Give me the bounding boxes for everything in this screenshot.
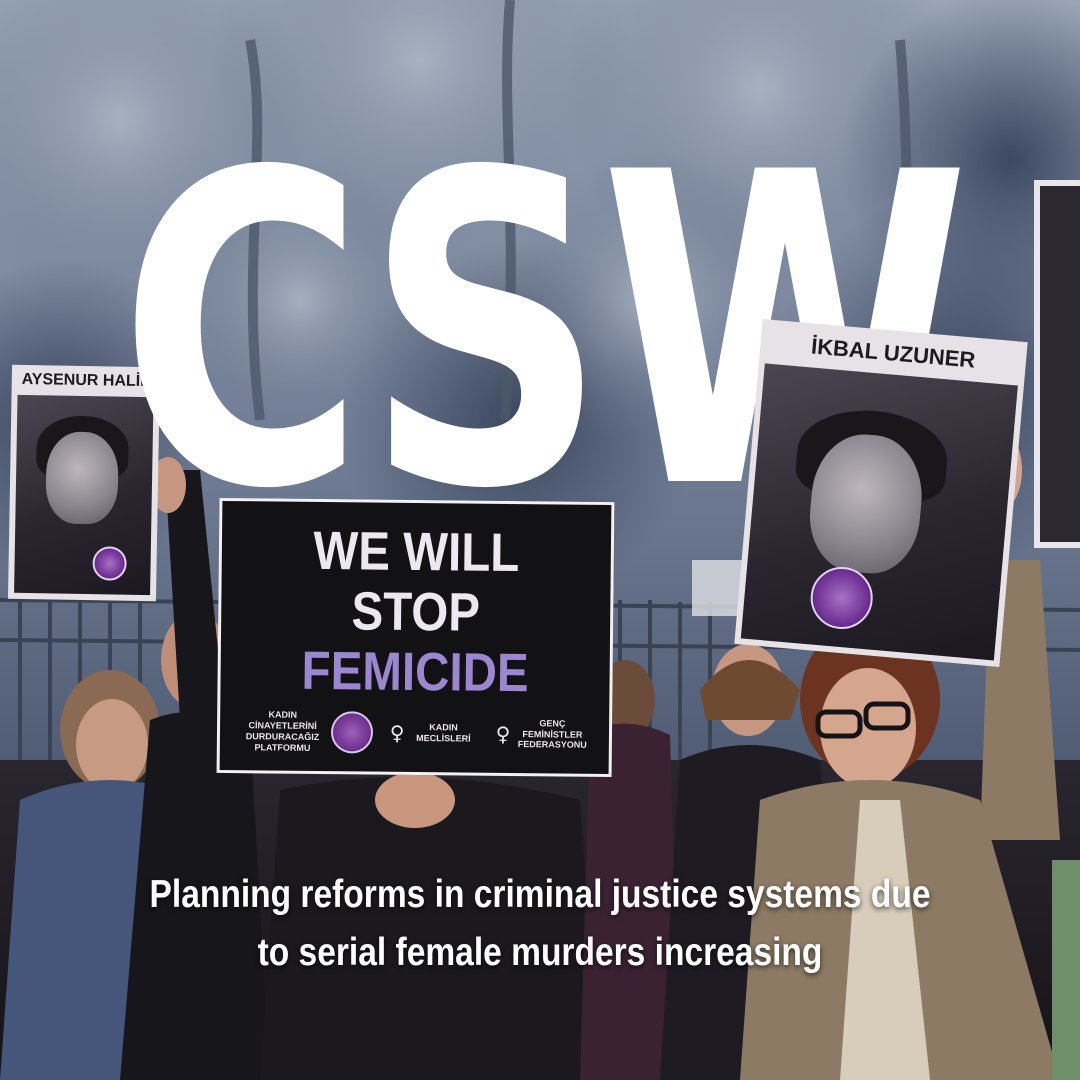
platform-badge-icon	[330, 711, 373, 754]
org2-text: KADIN MECLİSLERİ	[416, 722, 471, 744]
venus-symbol-icon: ♀	[389, 720, 405, 745]
placard-line-3: FEMICIDE	[301, 640, 529, 704]
org-kadin-meclisleri: ♀ KADIN MECLİSLERİ	[389, 720, 479, 745]
venus-symbol-icon: ♀	[495, 721, 511, 746]
org3-text: GENÇ FEMİNİSTLER FEDERASYONU	[517, 718, 587, 751]
subtitle-line-1: Planning reforms in criminal justice sys…	[149, 873, 931, 916]
platform-badge-icon	[808, 564, 876, 632]
placard-line-2: STOP	[351, 581, 481, 643]
org-kadin-cinayetlerini: KADIN CİNAYETLERİNİ DURDURACAĞIZ PLATFOR…	[238, 709, 373, 755]
placard-line-1: WE WILL	[313, 520, 520, 584]
edge-placard-photo	[1040, 186, 1080, 542]
subtitle: Planning reforms in criminal justice sys…	[110, 866, 970, 982]
femicide-placard: WE WILL STOP FEMICIDE KADIN CİNAYETLERİN…	[216, 497, 615, 778]
portrait-face	[45, 431, 119, 525]
org1-text: KADIN CİNAYETLERİNİ DURDURACAĞIZ PLATFOR…	[245, 709, 320, 753]
portrait-placard-right: İKBAL UZUNER	[734, 319, 1028, 667]
portrait-photo-right	[740, 363, 1018, 661]
subtitle-line-2: to serial female murders increasing	[257, 931, 823, 974]
org-genc-feministler: ♀ GENÇ FEMİNİSTLER FEDERASYONU	[496, 718, 591, 751]
edge-placard	[1034, 180, 1080, 548]
placard-footer: KADIN CİNAYETLERİNİ DURDURACAĞIZ PLATFOR…	[230, 702, 600, 764]
